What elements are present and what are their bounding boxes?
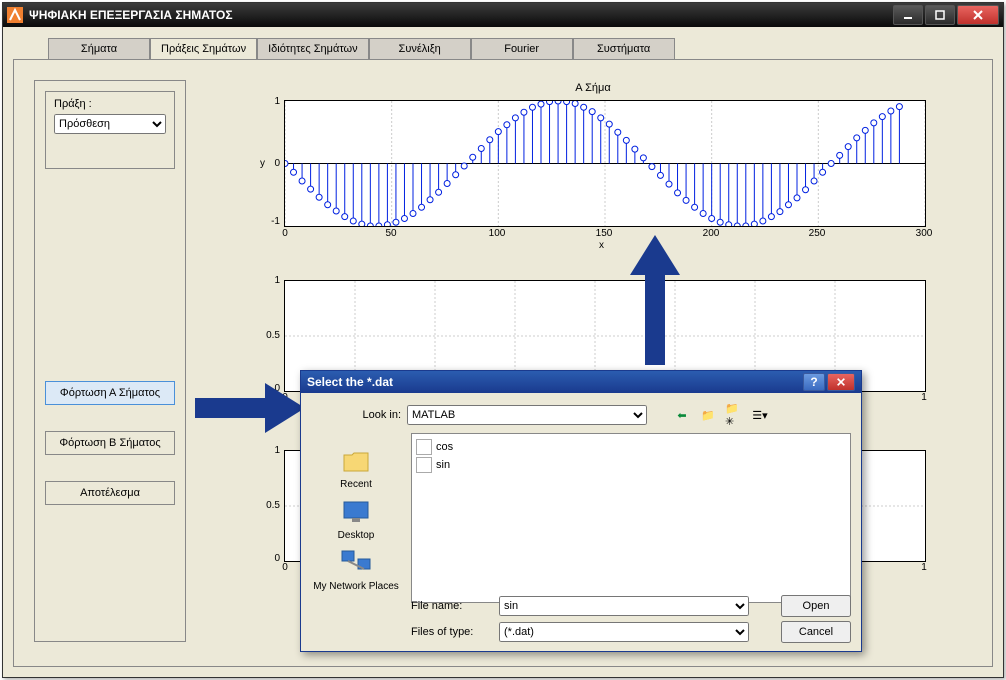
filename-label: File name: <box>411 600 491 612</box>
tab-convolution[interactable]: Συνέλιξη <box>369 38 471 60</box>
places-network[interactable]: My Network Places <box>313 545 399 592</box>
cancel-button[interactable]: Cancel <box>781 621 851 643</box>
chart-a-title: Α Σήμα <box>204 82 982 94</box>
tab-operations[interactable]: Πράξεις Σημάτων <box>150 38 257 60</box>
file-list[interactable]: cos sin <box>411 433 851 603</box>
tabs: Σήματα Πράξεις Σημάτων Ιδιότητες Σημάτων… <box>48 37 675 59</box>
result-button[interactable]: Αποτέλεσμα <box>45 481 175 505</box>
dialog-titlebar[interactable]: Select the *.dat ? <box>301 371 861 393</box>
file-icon <box>416 439 432 455</box>
file-item[interactable]: sin <box>416 456 846 474</box>
new-folder-icon[interactable]: 📁✳ <box>725 406 743 424</box>
arrow-right-icon <box>195 383 305 433</box>
window-title: ΨΗΦΙΑΚΗ ΕΠΕΞΕΡΓΑΣΙΑ ΣΗΜΑΤΟΣ <box>29 8 893 22</box>
up-folder-icon[interactable]: 📁 <box>699 406 717 424</box>
minimize-button[interactable] <box>893 5 923 25</box>
titlebar[interactable]: ΨΗΦΙΑΚΗ ΕΠΕΞΕΡΓΑΣΙΑ ΣΗΜΑΤΟΣ <box>3 3 1003 27</box>
look-in-label: Look in: <box>341 409 401 421</box>
load-a-button[interactable]: Φόρτωση Α Σήματος <box>45 381 175 405</box>
open-button[interactable]: Open <box>781 595 851 617</box>
filetype-select[interactable]: (*.dat) <box>499 622 749 642</box>
operation-group: Πράξη : Πρόσθεση <box>45 91 175 169</box>
maximize-button[interactable] <box>925 5 955 25</box>
tab-properties[interactable]: Ιδιότητες Σημάτων <box>257 38 369 60</box>
load-b-button[interactable]: Φόρτωση Β Σήματος <box>45 431 175 455</box>
file-icon <box>416 457 432 473</box>
dialog-close-button[interactable] <box>827 373 855 391</box>
filetype-label: Files of type: <box>411 626 491 638</box>
places-desktop[interactable]: Desktop <box>338 494 375 541</box>
close-button[interactable] <box>957 5 999 25</box>
arrow-up-icon <box>630 235 680 365</box>
tab-signals[interactable]: Σήματα <box>48 38 150 60</box>
filename-input[interactable]: sin <box>499 596 749 616</box>
dialog-title: Select the *.dat <box>307 375 803 389</box>
left-panel: Πράξη : Πρόσθεση Φόρτωση Α Σήματος Φόρτω… <box>34 80 186 642</box>
back-icon[interactable]: ⬅ <box>673 406 691 424</box>
tab-systems[interactable]: Συστήματα <box>573 38 675 60</box>
operation-label: Πράξη : <box>54 98 166 110</box>
view-menu-icon[interactable]: ☰▾ <box>751 406 769 424</box>
file-item[interactable]: cos <box>416 438 846 456</box>
chart-a <box>284 100 926 227</box>
places-recent[interactable]: Recent <box>338 443 374 490</box>
chart-a-xlabel: x <box>599 240 604 251</box>
app-icon <box>7 7 23 23</box>
dialog-help-button[interactable]: ? <box>803 373 825 391</box>
look-in-select[interactable]: MATLAB <box>407 405 647 425</box>
tab-fourier[interactable]: Fourier <box>471 38 573 60</box>
places-bar: Recent Desktop My Network Places <box>311 433 401 641</box>
operation-select[interactable]: Πρόσθεση <box>54 114 166 134</box>
file-dialog: Select the *.dat ? Look in: MATLAB ⬅ 📁 📁… <box>300 370 862 652</box>
